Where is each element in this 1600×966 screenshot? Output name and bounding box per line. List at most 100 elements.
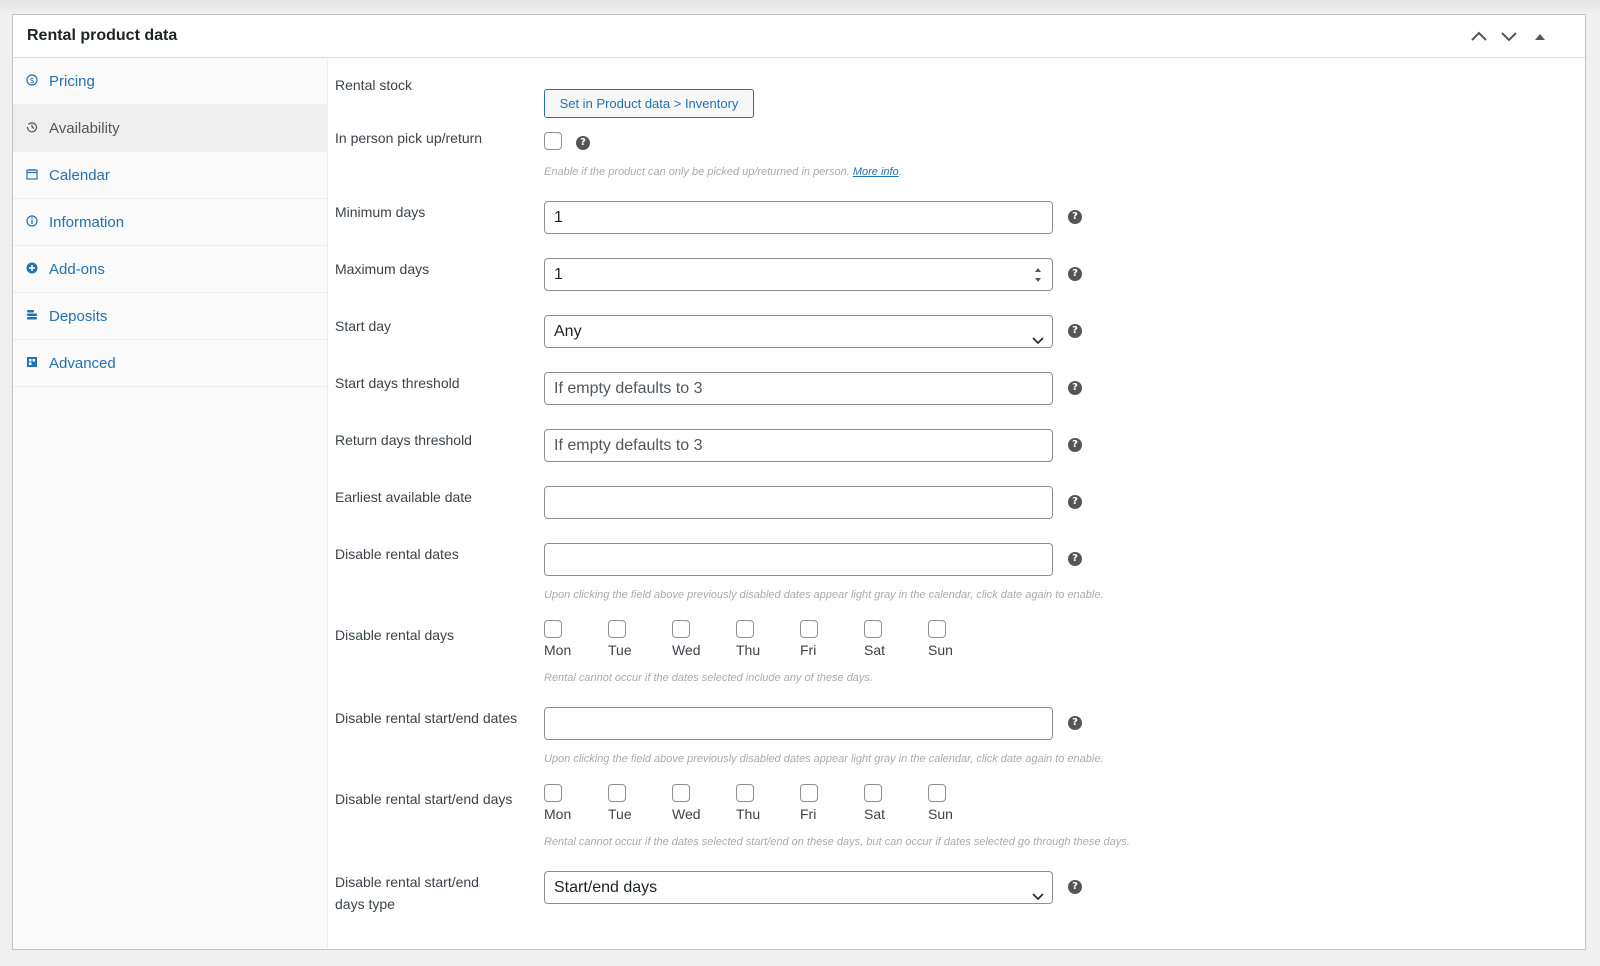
tab-deposits[interactable]: Deposits	[13, 293, 327, 340]
day-label: Mon	[544, 806, 572, 822]
info-icon	[26, 214, 38, 227]
disable-day-mon-checkbox[interactable]	[544, 620, 562, 638]
number-stepper[interactable]	[1032, 262, 1044, 288]
start-day-label: Start day	[335, 318, 392, 334]
history-icon	[26, 120, 38, 133]
disable-start-end-type-label: Disable rental start/end days type	[335, 871, 479, 915]
rental-stock-label: Rental stock	[335, 77, 413, 93]
day-label: Tue	[608, 642, 632, 658]
disable-se-day-mon-checkbox[interactable]	[544, 784, 562, 802]
pickup-checkbox[interactable]	[544, 132, 562, 150]
grid-icon	[26, 355, 38, 367]
day-label: Tue	[608, 806, 632, 822]
disable-se-day-tue-checkbox[interactable]	[608, 784, 626, 802]
disable-day-wed-checkbox[interactable]	[672, 620, 690, 638]
help-icon[interactable]: ?	[1068, 210, 1082, 224]
day-label: Sat	[864, 642, 886, 658]
disable-dates-input[interactable]	[544, 543, 1053, 576]
maximum-days-input[interactable]: 1	[544, 258, 1053, 291]
help-icon[interactable]: ?	[1068, 716, 1082, 730]
maximum-days-value: 1	[554, 266, 563, 283]
disable-start-end-days-description: Rental cannot occur if the dates selecte…	[544, 836, 1130, 848]
start-day-select[interactable]: Any	[544, 315, 1053, 348]
help-icon[interactable]: ?	[1068, 495, 1082, 509]
return-days-threshold-input[interactable]: If empty defaults to 3	[544, 429, 1053, 462]
minimum-days-input[interactable]: 1	[544, 201, 1053, 234]
more-info-link[interactable]: More info	[853, 166, 899, 178]
earliest-date-label: Earliest available date	[335, 489, 472, 505]
return-days-threshold-label: Return days threshold	[335, 432, 472, 448]
help-icon[interactable]: ?	[576, 136, 590, 150]
disable-days-description: Rental cannot occur if the dates selecte…	[544, 672, 873, 684]
disable-se-day-sat-checkbox[interactable]	[864, 784, 882, 802]
help-icon[interactable]: ?	[1068, 324, 1082, 338]
coins-icon	[26, 308, 38, 320]
pickup-label: In person pick up/return	[335, 130, 483, 146]
chevron-down-icon	[1032, 882, 1044, 913]
disable-day-sun-checkbox[interactable]	[928, 620, 946, 638]
tab-availability[interactable]: Availability	[13, 105, 327, 152]
help-icon[interactable]: ?	[1068, 267, 1082, 281]
disable-start-end-dates-input[interactable]	[544, 707, 1053, 740]
help-icon[interactable]: ?	[1068, 880, 1082, 894]
tab-information[interactable]: Information	[13, 199, 327, 246]
help-icon[interactable]: ?	[1068, 552, 1082, 566]
disable-se-day-wed-checkbox[interactable]	[672, 784, 690, 802]
day-label: Thu	[736, 642, 761, 658]
label-line: Disable rental start/end	[335, 874, 479, 890]
disable-dates-description: Upon clicking the field above previously…	[544, 589, 1104, 601]
disable-days-label: Disable rental days	[335, 627, 455, 643]
move-up-icon[interactable]	[1468, 25, 1490, 47]
day-label: Sun	[928, 642, 953, 658]
disable-dates-label: Disable rental dates	[335, 546, 459, 562]
start-days-threshold-input[interactable]: If empty defaults to 3	[544, 372, 1053, 405]
day-label: Fri	[800, 806, 817, 822]
disable-start-end-dates-label: Disable rental start/end dates	[335, 710, 518, 726]
label-line: days type	[335, 896, 395, 912]
set-inventory-button[interactable]: Set in Product data > Inventory	[544, 89, 754, 118]
start-days-threshold-label: Start days threshold	[335, 375, 460, 391]
svg-text:$: $	[29, 76, 34, 85]
tab-calendar[interactable]: Calendar	[13, 152, 327, 199]
day-label: Mon	[544, 642, 572, 658]
minimum-days-label: Minimum days	[335, 204, 426, 220]
tab-add-ons[interactable]: Add-ons	[13, 246, 327, 293]
day-label: Wed	[672, 806, 701, 822]
disable-start-end-type-select[interactable]: Start/end days	[544, 871, 1053, 904]
disable-se-day-sun-checkbox[interactable]	[928, 784, 946, 802]
tab-advanced[interactable]: Advanced	[13, 340, 327, 387]
chevron-down-icon	[1032, 326, 1044, 357]
maximum-days-label: Maximum days	[335, 261, 430, 277]
help-icon[interactable]: ?	[1068, 381, 1082, 395]
disable-start-end-type-value: Start/end days	[554, 879, 658, 896]
availability-panel: Rental stock Set in Product data > Inven…	[328, 58, 1585, 949]
rental-product-data-panel: Rental product data $ Pricing Availabili…	[12, 14, 1586, 950]
earliest-date-input[interactable]	[544, 486, 1053, 519]
move-down-icon[interactable]	[1498, 25, 1520, 47]
disable-start-end-dates-description: Upon clicking the field above previously…	[544, 753, 1104, 765]
panel-title: Rental product data	[27, 27, 178, 44]
top-shade	[0, 0, 1600, 14]
disable-day-sat-checkbox[interactable]	[864, 620, 882, 638]
plus-circle-icon	[26, 261, 38, 274]
day-label: Sat	[864, 806, 886, 822]
product-data-tabs: $ Pricing Availability Calendar Informat…	[13, 58, 328, 949]
dollar-circle-icon: $	[26, 73, 38, 86]
disable-se-day-fri-checkbox[interactable]	[800, 784, 818, 802]
disable-day-fri-checkbox[interactable]	[800, 620, 818, 638]
pickup-description: Enable if the product can only be picked…	[544, 166, 902, 178]
day-label: Fri	[800, 642, 817, 658]
disable-se-day-thu-checkbox[interactable]	[736, 784, 754, 802]
day-label: Thu	[736, 806, 761, 822]
help-icon[interactable]: ?	[1068, 438, 1082, 452]
panel-header: Rental product data	[13, 15, 1585, 58]
calendar-icon	[26, 167, 38, 180]
day-label: Wed	[672, 642, 701, 658]
disable-day-thu-checkbox[interactable]	[736, 620, 754, 638]
disable-start-end-days-label: Disable rental start/end days	[335, 791, 513, 807]
start-day-value: Any	[554, 323, 582, 340]
tab-pricing[interactable]: $ Pricing	[13, 58, 327, 105]
day-label: Sun	[928, 806, 953, 822]
disable-day-tue-checkbox[interactable]	[608, 620, 626, 638]
collapse-toggle-icon[interactable]	[1529, 25, 1551, 47]
